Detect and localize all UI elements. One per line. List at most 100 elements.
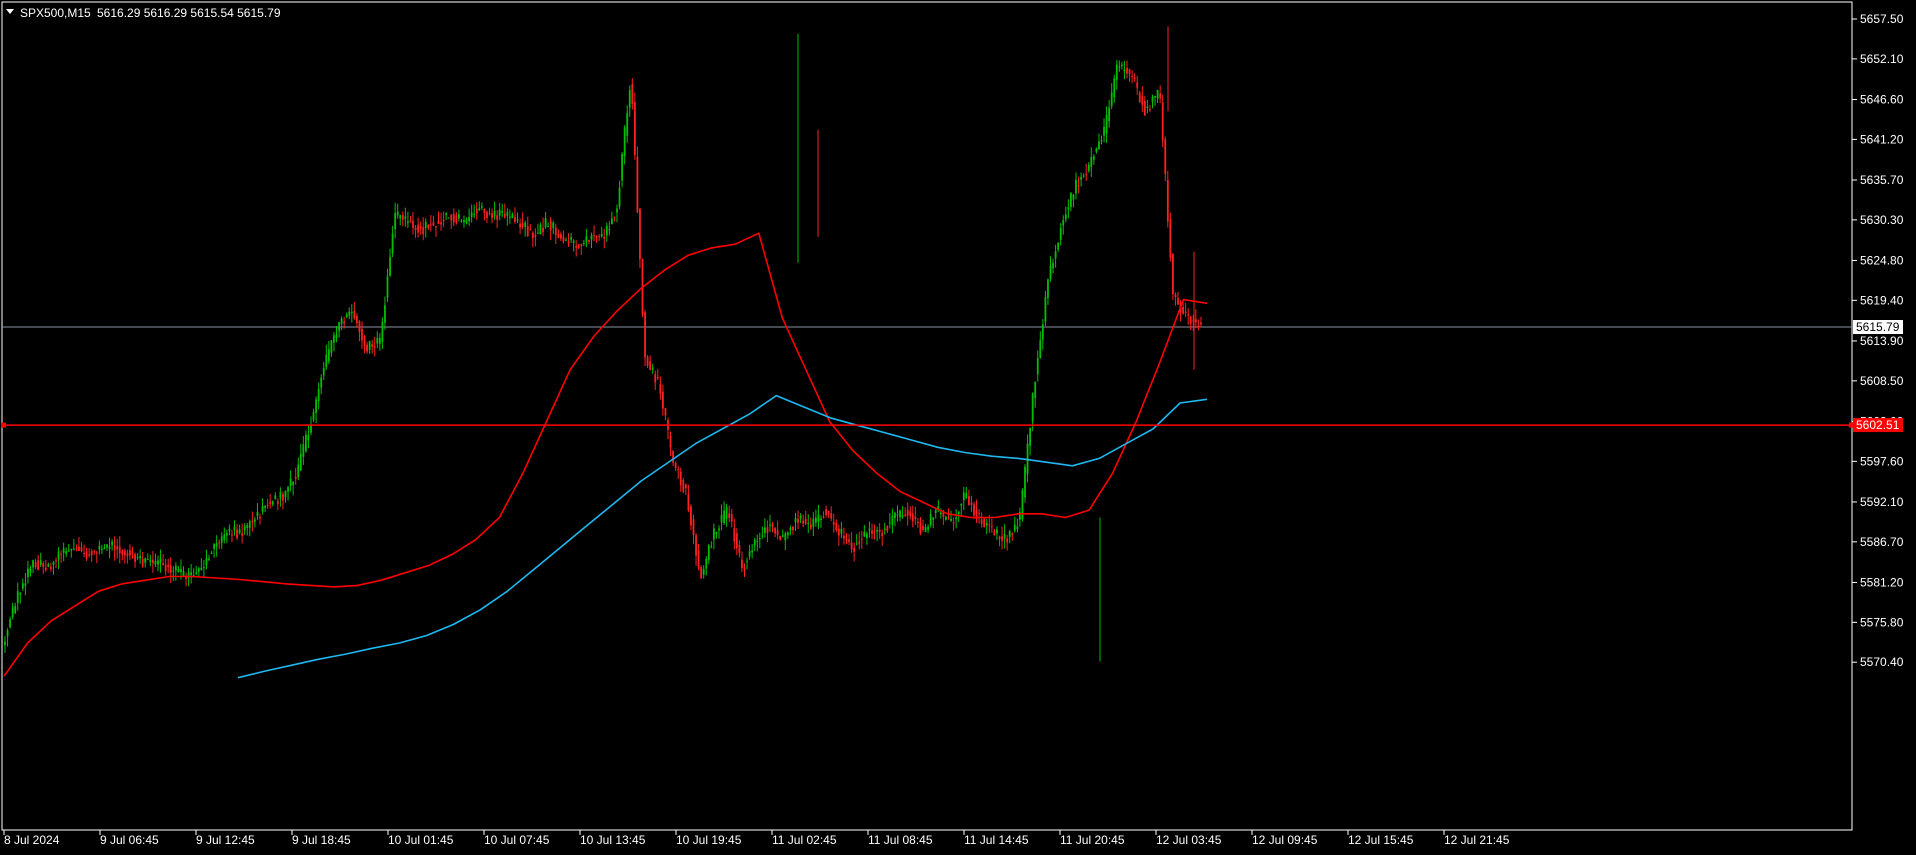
candle-body: [1115, 64, 1118, 81]
candle-body: [962, 492, 965, 501]
candle-body: [44, 567, 47, 570]
candle-body: [213, 544, 215, 549]
candle-body: [537, 232, 539, 234]
candle-body: [1146, 106, 1149, 108]
candle-body: [598, 236, 601, 238]
candle-body: [139, 555, 142, 559]
candle-body: [238, 529, 241, 534]
candle-body: [368, 341, 371, 350]
candle-body: [786, 532, 789, 536]
candle-body: [804, 518, 807, 524]
candle-body: [271, 501, 274, 505]
candle-body: [480, 206, 483, 208]
candle-body: [1047, 279, 1049, 298]
candle-body: [582, 242, 585, 244]
candle-body: [1136, 82, 1139, 88]
candle-body: [1105, 114, 1108, 134]
hline-handle-left[interactable]: [1, 422, 6, 428]
candle-body: [19, 593, 22, 595]
candle-body: [371, 344, 374, 347]
candle-body: [830, 513, 833, 519]
candle-body: [616, 208, 618, 213]
candle-body: [144, 558, 147, 563]
candle-body: [167, 564, 170, 567]
candle-body: [896, 514, 899, 516]
candle-body: [1121, 64, 1123, 67]
chevron-down-icon[interactable]: [6, 9, 14, 14]
time-tick-label: 10 Jul 07:45: [484, 833, 550, 847]
candle-body: [718, 528, 720, 531]
candle-body: [80, 547, 83, 551]
candle-body: [101, 548, 103, 550]
candle-body: [197, 568, 200, 572]
candle-body: [659, 384, 662, 394]
candle-body: [1123, 69, 1126, 72]
candle-body: [965, 493, 968, 499]
candle-body: [248, 521, 251, 528]
candle-body: [483, 209, 486, 214]
candle-body: [753, 539, 756, 546]
horizontal-line[interactable]: [1, 422, 1854, 428]
candle-body: [422, 226, 425, 235]
candle-body: [325, 354, 328, 368]
candle-body: [613, 216, 616, 218]
hline-price-label: 5602.51: [1856, 418, 1900, 432]
candle-body: [807, 522, 810, 524]
moving-averages: [3, 232, 1208, 679]
candle-body: [988, 524, 991, 526]
time-tick-label: 11 Jul 20:45: [1060, 833, 1125, 847]
candle-body: [419, 225, 422, 229]
candle-body: [269, 501, 272, 505]
candle-body: [871, 530, 873, 534]
candle-body: [399, 215, 402, 219]
time-tick-label: 12 Jul 21:45: [1444, 833, 1510, 847]
candle-body: [276, 501, 279, 504]
candle-body: [588, 239, 590, 242]
candle-body: [16, 591, 19, 603]
candle-body: [924, 527, 927, 533]
candle-body: [409, 220, 412, 222]
candle-body: [506, 211, 509, 216]
candle-body: [152, 559, 154, 564]
candle-body: [70, 548, 73, 551]
time-tick-label: 10 Jul 13:45: [580, 833, 646, 847]
candle-body: [322, 368, 325, 376]
price-tick-label: 5570.40: [1860, 655, 1904, 669]
candle-body: [52, 561, 55, 565]
candle-body: [384, 305, 386, 323]
candle-body: [333, 335, 335, 343]
candle-body: [679, 471, 682, 486]
candle-body: [1092, 156, 1095, 160]
candle-body: [544, 218, 547, 228]
candle-body: [526, 226, 529, 236]
candle-body: [942, 512, 945, 517]
candle-body: [1003, 534, 1006, 539]
candle-body: [1169, 219, 1172, 258]
candle-body: [172, 570, 175, 572]
candle-body: [98, 545, 101, 550]
candle-body: [1049, 265, 1052, 279]
candle-body: [654, 374, 657, 383]
candle-body: [203, 567, 205, 569]
candle-body: [751, 550, 754, 553]
candle-body: [1126, 67, 1128, 74]
candle-body: [728, 513, 731, 518]
candle-body: [83, 552, 85, 554]
candle-body: [106, 544, 108, 548]
candle-body: [832, 521, 835, 525]
candle-body: [595, 236, 598, 239]
price-chart[interactable]: SPX500,M15 5616.29 5616.29 5615.54 5615.…: [0, 0, 1916, 850]
candle-body: [60, 553, 62, 555]
candle-body: [837, 528, 840, 536]
candle-body: [758, 537, 761, 539]
time-tick-label: 9 Jul 18:45: [292, 833, 351, 847]
candle-body: [1029, 428, 1031, 446]
candle-body: [789, 527, 792, 531]
candle-body: [692, 519, 695, 535]
candle-body: [919, 522, 922, 534]
candle-body: [952, 522, 955, 524]
candle-body: [664, 408, 667, 416]
candle-body: [511, 214, 514, 218]
candle-body: [682, 479, 685, 493]
price-tick-label: 5581.20: [1860, 575, 1904, 589]
